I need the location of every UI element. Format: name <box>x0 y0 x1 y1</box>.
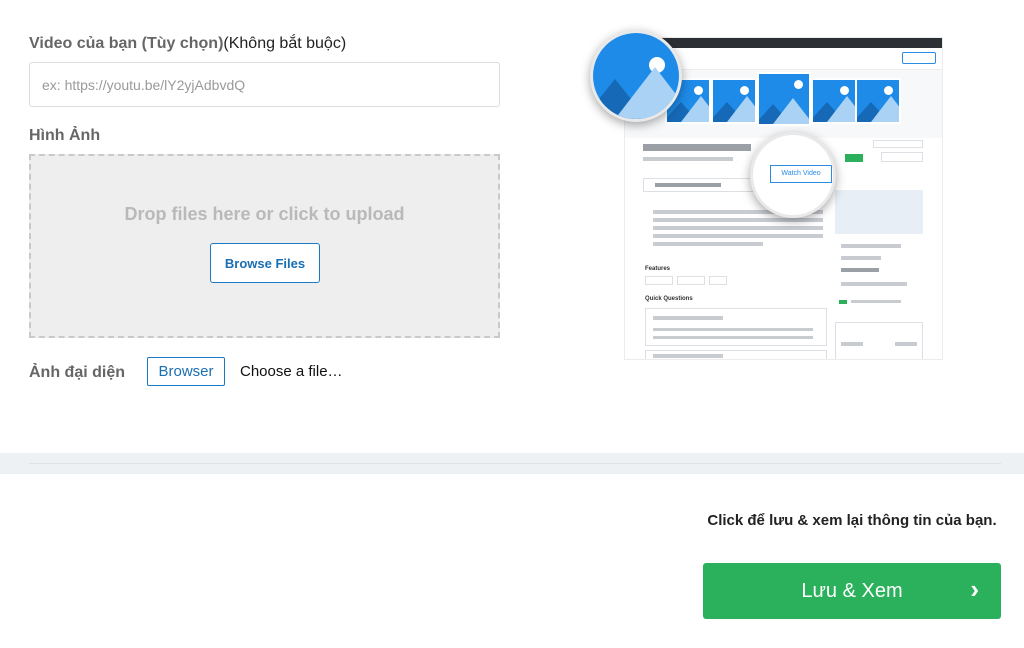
save-and-preview-button[interactable]: Lưu & Xem › <box>703 563 1001 619</box>
preview-image-icon <box>711 78 757 124</box>
preview-image-icon <box>811 78 857 124</box>
zoom-gallery-image-icon <box>590 30 682 122</box>
video-optional-note: (Không bắt buộc) <box>223 35 347 52</box>
images-label: Hình Ảnh <box>29 127 101 144</box>
listing-preview-illustration: Features Quick Questions Watch Video <box>588 30 948 366</box>
video-url-input[interactable] <box>29 62 500 107</box>
avatar-file-name: Choose a file… <box>240 363 343 380</box>
avatar-label: Ảnh đại diện <box>29 364 125 381</box>
preview-map <box>835 190 923 234</box>
image-dropzone[interactable]: Drop files here or click to upload Brows… <box>29 154 500 338</box>
avatar-browse-button[interactable]: Browser <box>147 357 225 386</box>
save-button-label: Lưu & Xem <box>801 579 903 602</box>
zoom-watch-video: Watch Video <box>750 132 836 218</box>
save-hint-text: Click để lưu & xem lại thông tin của bạn… <box>707 512 997 529</box>
browse-files-button[interactable]: Browse Files <box>210 243 320 283</box>
preview-watch-video-button: Watch Video <box>770 165 832 183</box>
footer-divider-line <box>29 463 1001 464</box>
video-label: Video của bạn (Tùy chọn)(Không bắt buộc) <box>29 35 346 53</box>
video-label-text: Video của bạn (Tùy chọn) <box>29 35 224 52</box>
preview-add-listing-button <box>902 52 936 64</box>
preview-image-icon <box>757 72 811 126</box>
preview-image-icon <box>855 78 901 124</box>
chevron-right-icon: › <box>970 574 979 604</box>
dropzone-text: Drop files here or click to upload <box>124 204 405 224</box>
